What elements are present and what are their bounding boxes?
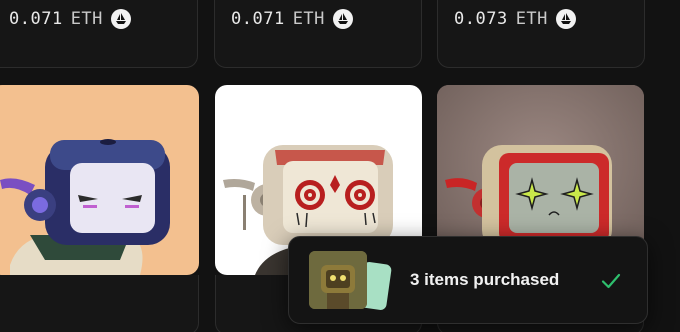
listing-card-1[interactable]: 0.071 ETH — [0, 0, 198, 68]
currency-label: ETH — [292, 9, 325, 29]
price-label: 0.071 ETH — [231, 9, 353, 29]
listing-card-footer-1 — [0, 275, 199, 332]
opensea-ship-icon — [332, 9, 353, 29]
currency-label: ETH — [70, 9, 103, 29]
currency-label: ETH — [515, 9, 548, 29]
price-label: 0.071 ETH — [9, 9, 131, 29]
listing-card-2[interactable]: 0.071 ETH — [214, 0, 422, 68]
price-value: 0.071 — [231, 9, 285, 29]
robot-navy-image — [0, 139, 170, 275]
checkmark-icon — [601, 273, 621, 289]
price-value: 0.071 — [9, 9, 63, 29]
opensea-ship-icon — [110, 9, 131, 29]
purchase-toast[interactable]: 3 items purchased — [288, 236, 648, 324]
opensea-ship-icon — [555, 9, 576, 29]
price-value: 0.073 — [454, 9, 508, 29]
price-label: 0.073 ETH — [454, 9, 576, 29]
toast-message: 3 items purchased — [410, 270, 560, 289]
listing-card-3[interactable]: 0.073 ETH — [437, 0, 645, 68]
nft-artwork-1[interactable] — [0, 85, 199, 275]
toast-thumbnail — [309, 251, 367, 309]
